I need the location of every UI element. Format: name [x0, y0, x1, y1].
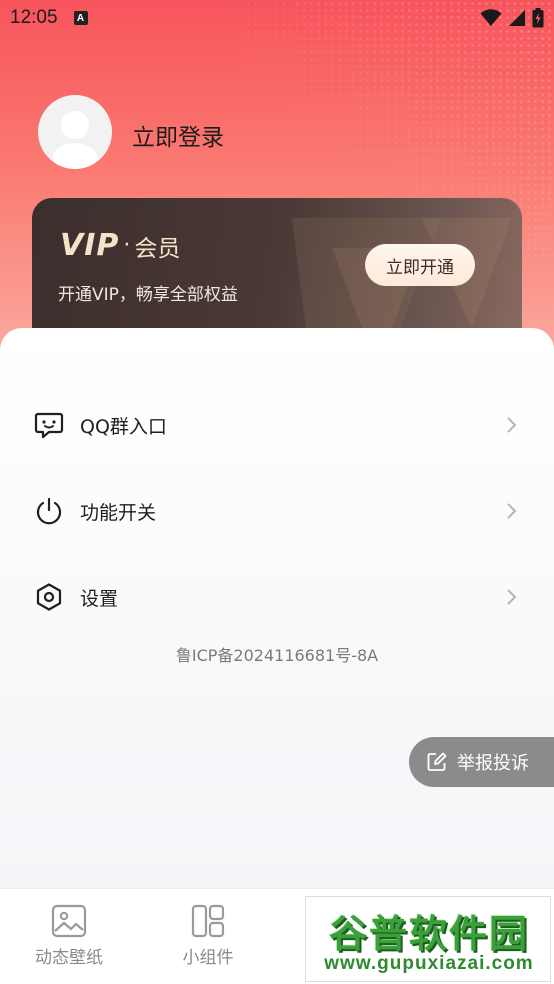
watermark-url: www.gupuxiazai.com — [324, 953, 534, 974]
menu-item-label: 功能开关 — [80, 501, 157, 524]
status-bar: 12:05 A — [0, 0, 554, 36]
menu-item-label: 设置 — [80, 587, 119, 610]
tab-widgets[interactable]: 小组件 — [148, 903, 268, 968]
image-icon — [9, 903, 129, 939]
tab-live-wallpaper[interactable]: 动态壁纸 — [9, 903, 129, 968]
widget-grid-icon — [148, 903, 268, 939]
vip-subtitle: 开通VIP，畅享全部权益 — [58, 285, 238, 305]
icp-record[interactable]: 鲁ICP备2024116681号-8A — [0, 642, 554, 666]
signal-icon — [509, 10, 525, 26]
menu-sheet: QQ群入口 功能开关 设置 鲁ICP备2024116681号-8A 举报投诉 — [0, 328, 554, 888]
edit-icon — [427, 752, 447, 771]
menu-item-qq-group[interactable]: QQ群入口 — [0, 395, 554, 455]
watermark-title: 谷普软件园 — [328, 912, 529, 956]
tab-label: 动态壁纸 — [35, 948, 103, 968]
vip-card[interactable]: VIP · 会员 开通VIP，畅享全部权益 立即开通 — [32, 198, 522, 348]
report-button[interactable]: 举报投诉 — [409, 737, 554, 787]
chat-bubble-icon — [34, 410, 64, 440]
vip-title: VIP · 会员 — [60, 228, 180, 263]
watermark-logo: 谷普软件园 www.gupuxiazai.com — [305, 896, 551, 982]
tab-label: 小组件 — [182, 948, 234, 968]
settings-hexagon-icon — [34, 582, 64, 612]
power-icon — [34, 496, 64, 526]
vip-member-label: 会员 — [134, 235, 181, 262]
avatar[interactable] — [38, 95, 112, 169]
menu-item-settings[interactable]: 设置 — [0, 567, 554, 627]
wifi-icon — [480, 9, 502, 26]
notification-badge-icon: A — [73, 11, 88, 25]
open-vip-button[interactable]: 立即开通 — [365, 244, 475, 286]
vip-word: VIP — [60, 228, 120, 263]
vip-dot: · — [123, 233, 131, 258]
chevron-right-icon — [507, 417, 517, 433]
chevron-right-icon — [507, 503, 517, 519]
menu-item-label: QQ群入口 — [80, 415, 167, 438]
battery-icon — [532, 8, 544, 28]
report-button-label: 举报投诉 — [457, 753, 529, 774]
menu-item-feature-switch[interactable]: 功能开关 — [0, 481, 554, 541]
status-time: 12:05 — [10, 7, 58, 28]
status-icons — [480, 8, 544, 28]
login-link[interactable]: 立即登录 — [132, 118, 224, 152]
chevron-right-icon — [507, 589, 517, 605]
default-avatar-icon — [53, 111, 97, 169]
